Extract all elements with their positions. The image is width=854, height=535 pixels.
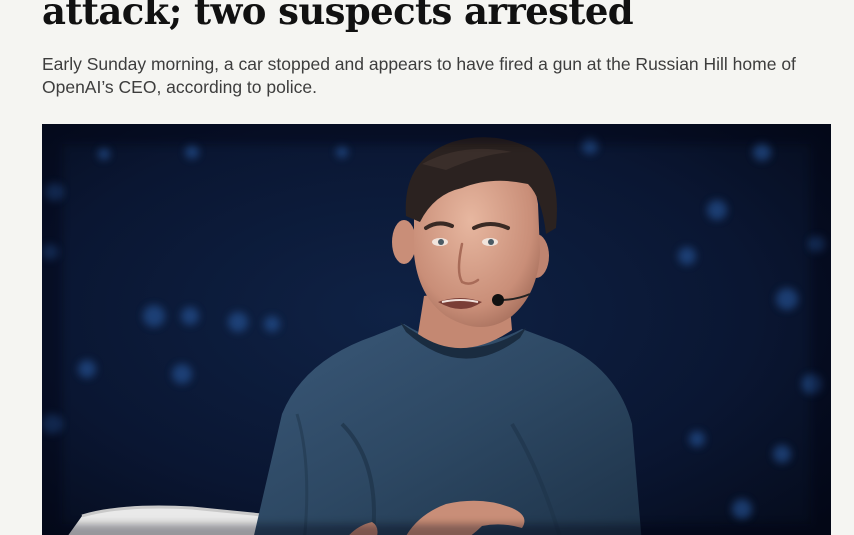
headset-mic xyxy=(492,294,504,306)
article-dek: Early Sunday morning, a car stopped and … xyxy=(42,54,796,97)
hero-image xyxy=(42,124,831,535)
article-page: attack; two suspects arrested Early Sund… xyxy=(0,0,854,535)
article-headline: attack; two suspects arrested xyxy=(42,0,634,33)
hero-photo-illustration xyxy=(42,124,831,535)
